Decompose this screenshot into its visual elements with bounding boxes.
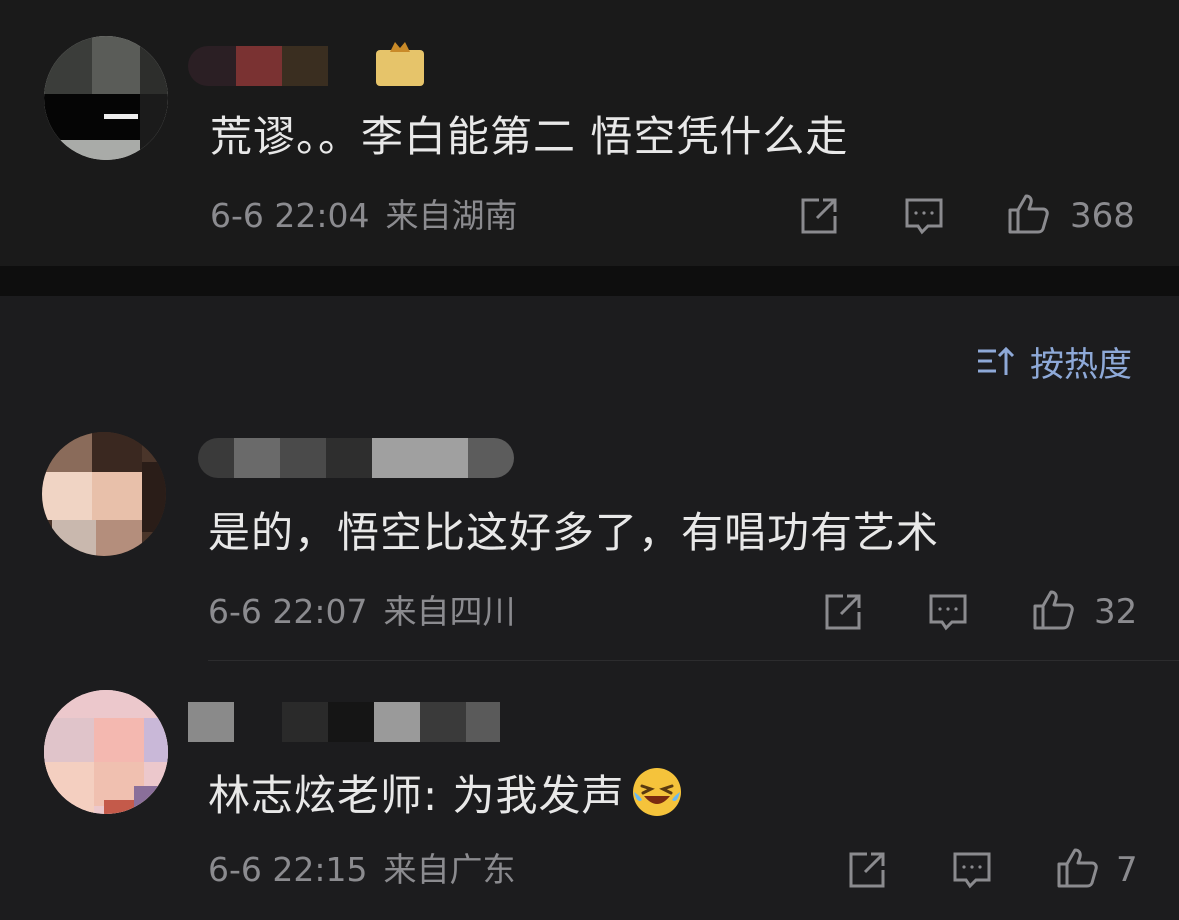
comment-icon[interactable]: [902, 194, 946, 238]
thumbs-up-icon[interactable]: [1031, 588, 1075, 632]
sort-icon: [978, 346, 1015, 375]
comments-page: 荒谬。。李白能第二 悟空凭什么走 6-6 22:04 来自湖南 368 按热度: [0, 0, 1179, 920]
avatar[interactable]: [44, 36, 168, 160]
comment-meta: 6-6 22:07 来自四川: [208, 592, 516, 632]
share-icon[interactable]: [821, 590, 865, 634]
comment-location: 来自广东: [383, 850, 516, 889]
share-icon[interactable]: [797, 194, 841, 238]
section-separator: [0, 266, 1179, 296]
comment-text: 荒谬。。李白能第二 悟空凭什么走: [210, 112, 849, 161]
comment-list: [0, 296, 1179, 920]
comment-text: 是的，悟空比这好多了，有唱功有艺术: [208, 508, 940, 557]
badge-icon: [376, 42, 424, 86]
thumbs-up-icon[interactable]: [1055, 846, 1099, 890]
comment-icon[interactable]: [950, 848, 994, 892]
comment-location: 来自湖南: [385, 196, 518, 235]
comment-meta: 6-6 22:15 来自广东: [208, 850, 516, 890]
sort-label: 按热度: [1030, 344, 1132, 385]
comment-meta: 6-6 22:04 来自湖南: [210, 196, 518, 236]
comment-divider: [208, 660, 1179, 661]
comment-icon[interactable]: [926, 590, 970, 634]
sort-by-hot-button[interactable]: 按热度: [976, 336, 1132, 386]
username-blurred[interactable]: [198, 438, 514, 478]
share-icon[interactable]: [845, 848, 889, 892]
avatar[interactable]: [42, 432, 166, 556]
comment-time: 6-6 22:07: [208, 592, 368, 631]
comment-time: 6-6 22:15: [208, 850, 368, 889]
comment-text-content: 林志炫老师: 为我发声: [208, 771, 625, 820]
username-blurred[interactable]: [188, 702, 500, 742]
rofl-emoji-icon: [632, 768, 681, 816]
username-blurred[interactable]: [188, 46, 338, 86]
comment-card-1: 荒谬。。李白能第二 悟空凭什么走 6-6 22:04 来自湖南 368: [0, 0, 1179, 266]
avatar[interactable]: [44, 690, 168, 814]
comment-time: 6-6 22:04: [210, 196, 370, 235]
comment-location: 来自四川: [383, 592, 516, 631]
thumbs-up-icon[interactable]: [1006, 192, 1050, 236]
comment-text: 林志炫老师: 为我发声: [208, 766, 683, 821]
like-count: 32: [1094, 592, 1138, 632]
like-count: 7: [1116, 850, 1138, 890]
like-count: 368: [1070, 196, 1135, 236]
